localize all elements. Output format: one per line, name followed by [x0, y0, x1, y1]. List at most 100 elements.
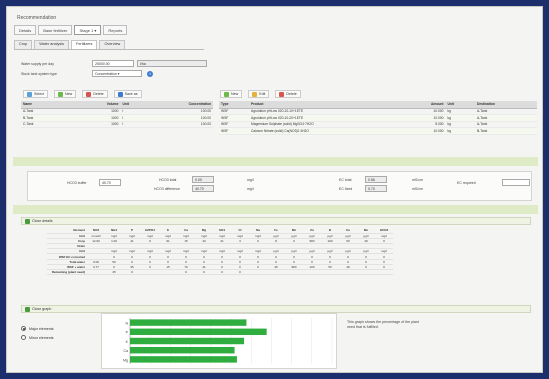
chart-bar — [130, 319, 247, 326]
close-graph-button[interactable]: Close graph — [22, 305, 54, 313]
table-cell: 0 — [231, 269, 249, 276]
hco3-buffer-label: HCO3 buffer — [67, 181, 87, 185]
collapse-icon — [25, 218, 30, 224]
hco3-buffer-input[interactable]: 40.70 — [99, 179, 121, 186]
column-header[interactable]: Product — [249, 101, 399, 109]
radio-unselected-icon — [21, 335, 26, 340]
new-tank-button[interactable]: New — [54, 90, 77, 98]
new-product-button[interactable]: New — [220, 90, 243, 98]
table-cell: WSF — [219, 127, 249, 135]
info-icon[interactable]: i — [147, 71, 153, 77]
nav-details-button[interactable]: Details — [14, 25, 37, 35]
bar-chart: N P K Ca Mg — [123, 318, 333, 364]
table-cell: 0 — [195, 269, 213, 276]
edit-icon — [252, 91, 258, 97]
tab-fertilizers[interactable]: Fertilizers — [71, 40, 98, 49]
section-band — [13, 205, 538, 214]
tab-crop[interactable]: Crop — [14, 40, 33, 49]
save-as-button[interactable]: Save as — [113, 90, 142, 98]
major-elements-radio[interactable]: Major elements — [21, 326, 54, 331]
table-header-row: Name Volume Unit Concentration — [21, 101, 213, 109]
column-header[interactable]: Volume — [81, 101, 121, 109]
delete-tank-button[interactable]: Delete — [82, 90, 108, 98]
minor-elements-radio[interactable]: Minor elements — [21, 335, 54, 340]
nav-stage-dropdown[interactable]: Stage 1 ▾ — [74, 25, 102, 35]
table-cell: Calcium Nitrate (solid) Ca(NO3)2 4H2O — [249, 127, 399, 135]
water-supply-input[interactable]: 25000.00 — [92, 60, 134, 67]
hco3-difference-unit: mg/l — [247, 187, 254, 191]
delete-icon — [279, 91, 285, 97]
nav-base-fertilizer-button[interactable]: Base fertilizer — [38, 25, 73, 35]
table-row[interactable]: WSF Calcium Nitrate (solid) Ca(NO3)2 4H2… — [219, 127, 537, 135]
table-cell — [321, 269, 339, 276]
ec-total-label: EC total — [339, 178, 352, 182]
column-header[interactable]: Destination — [474, 101, 537, 109]
add-icon — [58, 91, 63, 97]
table-row[interactable]: C-Tank 1000 l 100.00 — [21, 121, 213, 128]
column-header[interactable]: Amount — [399, 101, 446, 109]
chart-category-label: N — [125, 322, 128, 326]
nutrients-table: Element NO3 NH4 P H2PO4 K Ca Mg SO4 Cl Na Fe Mn Zn B Cu… — [47, 228, 393, 276]
tab-bar: Crop Water analysis Fertilizers Overview — [14, 40, 204, 50]
hco3-total-value: 0.00 — [192, 176, 214, 183]
tab-water-analysis[interactable]: Water analysis — [34, 40, 69, 49]
hco3-total-label: HCO3 total — [159, 178, 177, 182]
chart-category-label: P — [126, 331, 129, 335]
tab-overview[interactable]: Overview — [99, 40, 126, 49]
ec-fixed-label: EC fixed — [339, 187, 353, 191]
table-row: Remaining (plant need) 45 0 0 0 0 0 — [47, 269, 393, 276]
column-header[interactable]: Unit — [445, 101, 475, 109]
edit-product-button[interactable]: Edit — [248, 90, 270, 98]
left-toolbar: Select New Delete Save as — [23, 90, 142, 98]
radio-selected-icon — [21, 326, 26, 331]
ec-fixed-value: 0.70 — [365, 185, 387, 192]
section-band — [13, 157, 538, 166]
select-button[interactable]: Select — [23, 90, 48, 98]
chart-bar — [130, 356, 237, 363]
products-table-wrap: Type Product Amount Unit Destination WSF… — [219, 101, 537, 135]
table-cell: kg — [445, 127, 475, 135]
chart-panel: N P K Ca Mg — [101, 313, 337, 369]
save-icon — [117, 91, 123, 97]
tanks-table: Name Volume Unit Concentration A-Tank 10… — [21, 101, 213, 128]
ec-total-value: 0.56 — [365, 176, 387, 183]
table-cell — [357, 269, 375, 276]
hco3-total-unit: mg/l — [247, 178, 254, 182]
tank-system-select[interactable]: Concentration ▾ — [92, 70, 142, 77]
chart-category-label: Mg — [123, 358, 128, 362]
chart-category-label: K — [126, 340, 129, 344]
app-window: Recommendation Details Base fertilizer S… — [6, 6, 543, 373]
row-label: Remaining (plant need) — [47, 269, 87, 276]
column-header[interactable]: Concentration — [146, 101, 213, 109]
ec-required-input[interactable] — [502, 179, 530, 186]
column-header[interactable]: Name — [21, 101, 81, 109]
tanks-table-wrap: Name Volume Unit Concentration A-Tank 10… — [21, 101, 213, 128]
column-header[interactable]: Type — [219, 101, 249, 109]
add-icon — [224, 91, 229, 97]
graph-header: Close graph — [21, 305, 531, 313]
collapse-icon — [25, 306, 30, 312]
products-table: Type Product Amount Unit Destination WSF… — [219, 101, 537, 135]
nav-reports-button[interactable]: Reports — [103, 25, 128, 35]
table-cell — [303, 269, 321, 276]
hco3-difference-value: 40.70 — [192, 185, 214, 192]
chart-bar — [130, 328, 267, 336]
delete-product-button[interactable]: Delete — [275, 90, 301, 98]
ec-required-label: EC required — [457, 181, 476, 185]
close-details-button[interactable]: Close details — [22, 217, 56, 225]
ec-total-unit: mS/cm — [412, 178, 423, 182]
hco3-difference-label: HCO3 difference — [154, 187, 181, 191]
delete-icon — [86, 91, 92, 97]
table-cell: 45 — [105, 269, 123, 276]
app-title: Recommendation — [17, 15, 57, 21]
tank-system-label: Stock tank system type — [21, 72, 57, 76]
table-cell — [87, 269, 105, 276]
water-supply-unit: l/ha — [137, 60, 207, 67]
table-cell: 10.000 — [399, 127, 446, 135]
table-cell: 0 — [177, 269, 195, 276]
table-cell — [375, 269, 393, 276]
buffer-panel — [27, 171, 532, 201]
top-nav: Details Base fertilizer Stage 1 ▾ Report… — [14, 25, 128, 35]
table-cell — [285, 269, 303, 276]
column-header[interactable]: Unit — [120, 101, 147, 109]
